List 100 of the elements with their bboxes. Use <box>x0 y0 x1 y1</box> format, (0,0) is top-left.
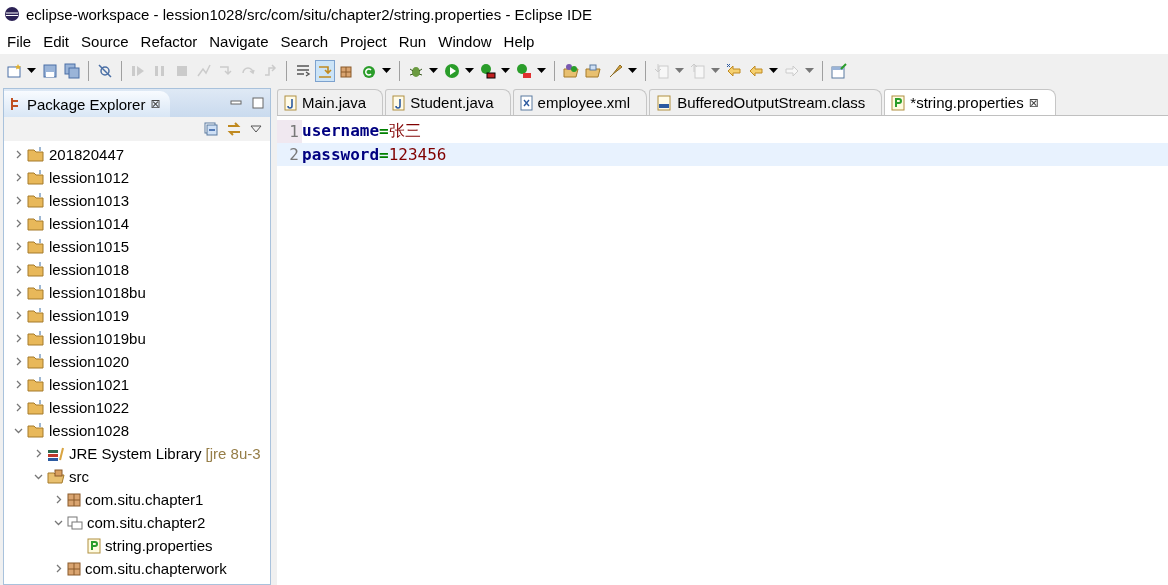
app-icon <box>4 6 20 22</box>
tree-item[interactable]: com.situ.chapter2 <box>4 511 270 534</box>
tree-item[interactable]: lession1028 <box>4 419 270 442</box>
tree-item-label: string.properties <box>105 537 213 554</box>
chevron-right-icon[interactable] <box>14 265 23 274</box>
window-title: eclipse-workspace - lession1028/src/com/situ/chapter2/string.properties - Eclipse IDE <box>26 5 593 23</box>
caret-icon[interactable] <box>501 68 510 74</box>
chevron-right-icon[interactable] <box>14 380 23 389</box>
tree-item[interactable]: src <box>4 465 270 488</box>
tab-label: Main.java <box>302 94 367 111</box>
tree-item[interactable]: lession1020 <box>4 350 270 373</box>
tree-item[interactable]: JRE System Library [jre 8u-3 <box>4 442 270 465</box>
folder-icon <box>27 377 45 392</box>
caret-icon[interactable] <box>537 68 546 74</box>
chevron-down-icon[interactable] <box>34 472 43 481</box>
chevron-right-icon[interactable] <box>14 242 23 251</box>
tree-item-label: lession1020 <box>49 353 130 370</box>
chevron-right-icon[interactable] <box>14 334 23 343</box>
tab-label: BufferedOutputStream.class <box>677 94 866 111</box>
folder-icon <box>27 285 45 300</box>
menu-item[interactable]: Project <box>334 32 393 50</box>
text-editor[interactable]: 1 username=张三 2 password=123456 <box>277 116 1168 585</box>
caret-icon[interactable] <box>382 68 391 74</box>
chevron-down-icon[interactable] <box>54 518 63 527</box>
view-tab[interactable]: Package Explorer ⊠ <box>4 91 171 117</box>
chevron-right-icon[interactable] <box>54 495 63 504</box>
menu-item[interactable]: Run <box>392 32 433 50</box>
tree-item-label: lession1015 <box>49 238 130 255</box>
editor-tab[interactable]: Student.java <box>385 89 511 115</box>
tree-item[interactable]: lession1014 <box>4 212 270 235</box>
save-icon <box>42 63 58 79</box>
tree-item-label: lession1014 <box>49 215 130 232</box>
back-icon <box>748 63 764 79</box>
tree-item[interactable]: 201820447 <box>4 143 270 166</box>
editor-tab[interactable]: BufferedOutputStream.class <box>649 89 883 115</box>
tree-item[interactable]: lession1022 <box>4 396 270 419</box>
tree-item-label: com.situ.chapter2 <box>87 514 206 531</box>
menu-item[interactable]: Window <box>432 32 498 50</box>
tree-item-label: lession1012 <box>49 169 130 186</box>
chevron-right-icon[interactable] <box>14 288 23 297</box>
menu-item[interactable]: Refactor <box>134 32 204 50</box>
close-button[interactable]: ⊠ <box>1028 95 1039 110</box>
editor-tab[interactable]: *string.properties ⊠ <box>884 89 1056 115</box>
collapse-all-icon[interactable] <box>204 122 218 136</box>
chevron-right-icon[interactable] <box>14 173 23 182</box>
tree-item-label: lession1019 <box>49 307 130 324</box>
tab-label: employee.xml <box>537 94 631 111</box>
tree-item[interactable]: lession1019bu <box>4 327 270 350</box>
menu-item[interactable]: Help <box>497 32 541 50</box>
folder-icon <box>27 170 45 185</box>
folder-icon <box>27 423 45 438</box>
close-button[interactable]: ⊠ <box>150 97 161 111</box>
chevron-down-icon[interactable] <box>14 426 23 435</box>
code-line: username=张三 <box>302 121 421 142</box>
tree-item[interactable]: lession1012 <box>4 166 270 189</box>
chevron-right-icon[interactable] <box>14 403 23 412</box>
menu-item[interactable]: Edit <box>37 32 76 50</box>
package-icon <box>67 515 83 530</box>
menu-item[interactable]: File <box>1 32 38 50</box>
tree-item[interactable]: lession1013 <box>4 189 270 212</box>
caret-icon[interactable] <box>429 68 438 74</box>
tree-item-label: lession1021 <box>49 376 130 393</box>
properties-file-icon <box>891 94 906 111</box>
tree-item-label: lession1018 <box>49 261 130 278</box>
code-line: password=123456 <box>302 145 447 164</box>
chevron-right-icon[interactable] <box>14 196 23 205</box>
tree-item[interactable]: lession1015 <box>4 235 270 258</box>
xml-file-icon <box>519 94 533 111</box>
tree-item[interactable]: lession1018 <box>4 258 270 281</box>
folder-icon <box>27 354 45 369</box>
chevron-right-icon[interactable] <box>14 357 23 366</box>
menu-item[interactable]: Source <box>75 32 135 50</box>
menu-item[interactable]: Navigate <box>203 32 275 50</box>
caret-icon[interactable] <box>769 68 778 74</box>
caret-icon[interactable] <box>628 68 637 74</box>
tree-item[interactable]: string.properties <box>4 534 270 557</box>
tree-item-decoration: [jre 8u-3 <box>205 445 261 462</box>
line-number: 1 <box>277 120 302 143</box>
editor-tab[interactable]: employee.xml <box>512 89 648 115</box>
tree-item[interactable]: lession1018bu <box>4 281 270 304</box>
tree-item[interactable]: com.situ.chapterwork <box>4 557 270 580</box>
maximize-icon[interactable] <box>252 97 264 109</box>
caret-icon[interactable] <box>465 68 474 74</box>
view-menu-icon[interactable] <box>250 125 262 133</box>
caret-icon[interactable] <box>27 68 36 74</box>
editor-tab[interactable]: Main.java <box>277 89 384 115</box>
link-arrows-icon[interactable] <box>226 122 242 136</box>
package-icon <box>67 561 81 576</box>
tree-item[interactable]: lession1021 <box>4 373 270 396</box>
chevron-right-icon[interactable] <box>14 311 23 320</box>
chevron-right-icon[interactable] <box>34 449 43 458</box>
tree-item[interactable]: lession1019 <box>4 304 270 327</box>
menu-item[interactable]: Search <box>274 32 334 50</box>
tree-item-label: lession1028 <box>49 422 130 439</box>
chevron-right-icon[interactable] <box>14 150 23 159</box>
chevron-right-icon[interactable] <box>54 564 63 573</box>
tree-item[interactable]: com.situ.chapter1 <box>4 488 270 511</box>
view-title: Package Explorer <box>27 95 146 113</box>
package-icon <box>67 492 81 507</box>
chevron-right-icon[interactable] <box>14 219 23 228</box>
